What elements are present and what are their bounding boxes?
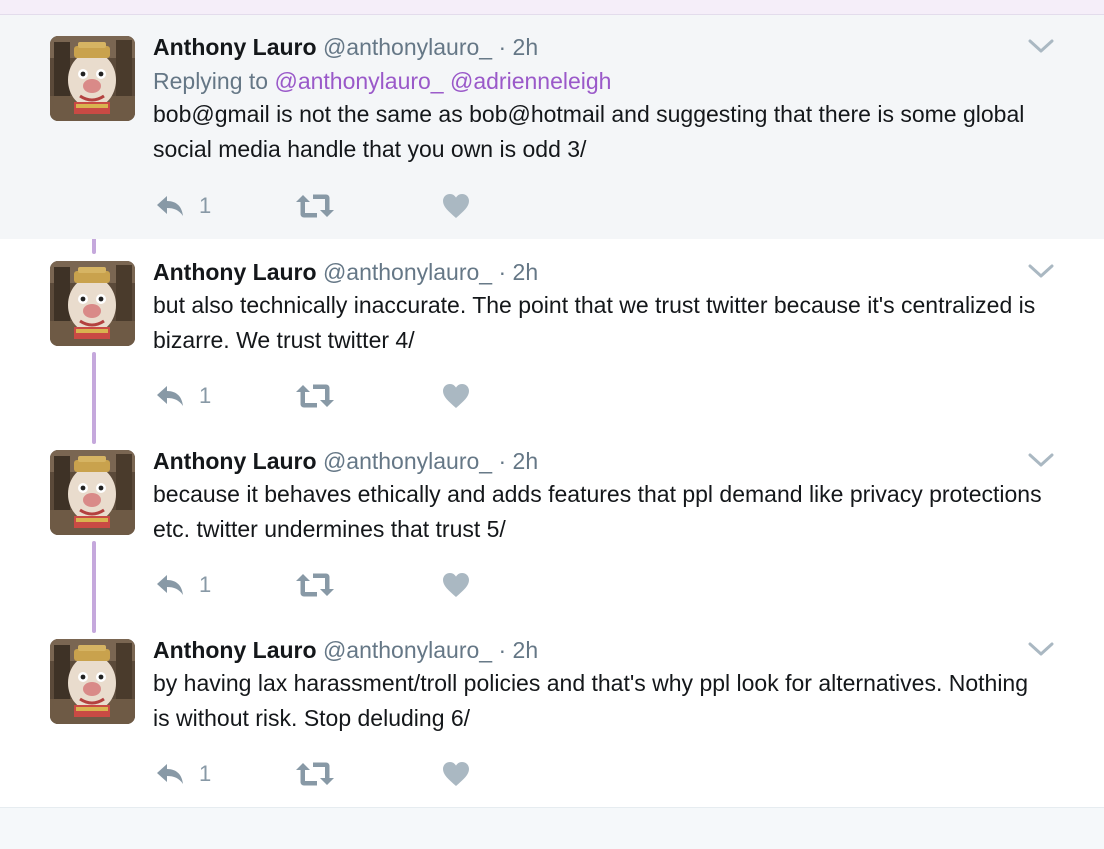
retweet-icon (295, 760, 335, 788)
heart-icon (442, 761, 470, 787)
tweet-header: Anthony Lauro @anthonylauro_ · 2h (153, 636, 538, 664)
like-button[interactable] (442, 191, 470, 221)
author-name[interactable]: Anthony Lauro (153, 259, 317, 285)
reply-count: 1 (199, 761, 212, 786)
retweet-icon (295, 571, 335, 599)
heart-icon (442, 572, 470, 598)
retweet-button[interactable] (295, 191, 335, 221)
tweet[interactable]: Anthony Lauro @anthonylauro_ · 2h becaus… (0, 429, 1104, 618)
timestamp[interactable]: 2h (513, 637, 539, 663)
tweet-text: because it behaves ethically and adds fe… (153, 481, 1042, 542)
author-name[interactable]: Anthony Lauro (153, 637, 317, 663)
chevron-down-icon[interactable] (1028, 38, 1054, 54)
retweet-icon (295, 382, 335, 410)
reply-button[interactable]: 1 (155, 570, 211, 600)
replying-to: Replying to @anthonylauro_ @adrienneleig… (153, 67, 611, 95)
author-name[interactable]: Anthony Lauro (153, 34, 317, 60)
reply-button[interactable]: 1 (155, 759, 211, 789)
tweet[interactable]: Anthony Lauro @anthonylauro_ · 2h Replyi… (0, 15, 1104, 239)
avatar[interactable] (50, 261, 135, 346)
heart-icon (442, 193, 470, 219)
author-handle[interactable]: @anthonylauro_ (323, 259, 492, 285)
tweet-text: bob@gmail is not the same as bob@hotmail… (153, 101, 1025, 162)
separator-dot: · (498, 259, 507, 285)
tweet-text: by having lax harassment/troll policies … (153, 670, 1029, 731)
timestamp[interactable]: 2h (513, 448, 539, 474)
reply-icon (155, 192, 187, 220)
reply-count: 1 (199, 572, 212, 597)
like-button[interactable] (442, 381, 470, 411)
chevron-down-icon[interactable] (1028, 452, 1054, 468)
tweet[interactable]: Anthony Lauro @anthonylauro_ · 2h by hav… (0, 618, 1104, 807)
top-strip (0, 0, 1104, 15)
tweet[interactable]: Anthony Lauro @anthonylauro_ · 2h but al… (0, 240, 1104, 429)
reply-count: 1 (199, 193, 212, 218)
like-button[interactable] (442, 570, 470, 600)
author-handle[interactable]: @anthonylauro_ (323, 637, 492, 663)
author-name[interactable]: Anthony Lauro (153, 448, 317, 474)
timestamp[interactable]: 2h (513, 259, 539, 285)
chevron-down-icon[interactable] (1028, 641, 1054, 657)
heart-icon (442, 383, 470, 409)
replying-to-link[interactable]: @adrienneleigh (450, 68, 611, 94)
chevron-down-icon[interactable] (1028, 263, 1054, 279)
retweet-button[interactable] (295, 759, 335, 789)
retweet-icon (295, 192, 335, 220)
timestamp[interactable]: 2h (513, 34, 539, 60)
avatar[interactable] (50, 450, 135, 535)
tweet-header: Anthony Lauro @anthonylauro_ · 2h (153, 447, 538, 475)
separator-dot: · (498, 34, 507, 60)
author-handle[interactable]: @anthonylauro_ (323, 448, 492, 474)
reply-button[interactable]: 1 (155, 191, 211, 221)
replying-to-link[interactable]: @anthonylauro_ (274, 68, 443, 94)
separator-dot: · (498, 448, 507, 474)
timeline-footer (0, 807, 1104, 849)
like-button[interactable] (442, 759, 470, 789)
avatar[interactable] (50, 639, 135, 724)
retweet-button[interactable] (295, 570, 335, 600)
tweet-text: but also technically inaccurate. The poi… (153, 292, 1036, 353)
tweet-header: Anthony Lauro @anthonylauro_ · 2h (153, 258, 538, 286)
reply-icon (155, 571, 187, 599)
reply-icon (155, 760, 187, 788)
author-handle[interactable]: @anthonylauro_ (323, 34, 492, 60)
retweet-button[interactable] (295, 381, 335, 411)
tweet-header: Anthony Lauro @anthonylauro_ · 2h (153, 33, 538, 61)
separator-dot: · (498, 637, 507, 663)
reply-button[interactable]: 1 (155, 381, 211, 411)
reply-icon (155, 382, 187, 410)
reply-count: 1 (199, 383, 212, 408)
replying-prefix: Replying to (153, 68, 269, 94)
avatar[interactable] (50, 36, 135, 121)
